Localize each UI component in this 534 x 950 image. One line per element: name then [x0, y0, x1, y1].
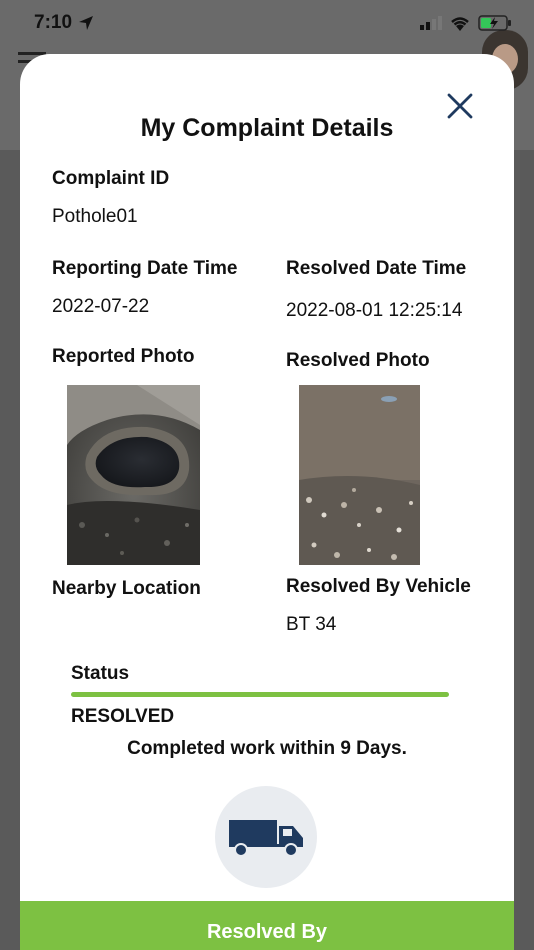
signal-icon [420, 16, 442, 30]
battery-icon [478, 15, 511, 31]
status-progress-bar [71, 692, 449, 697]
nearby-location-label: Nearby Location [52, 578, 201, 599]
navigation-arrow-icon [79, 16, 94, 30]
resolved-date-value: 2022-08-01 12:25:14 [286, 300, 463, 321]
resolved-vehicle-value: BT 34 [286, 614, 337, 635]
page-title: My Complaint Details [140, 114, 394, 142]
truck-button[interactable] [215, 786, 317, 888]
reported-photo[interactable] [67, 385, 200, 565]
reporting-date-value: 2022-07-22 [52, 296, 150, 317]
complaint-details-modal: My Complaint Details Complaint ID Pothol… [20, 54, 514, 950]
reported-photo-label: Reported Photo [52, 346, 195, 367]
resolved-date-label: Resolved Date Time [286, 258, 467, 279]
status-icons [420, 15, 512, 31]
resolved-photo[interactable] [299, 385, 420, 565]
truck-icon [229, 820, 303, 857]
reporting-date-label: Reporting Date Time [52, 258, 238, 279]
completion-note: Completed work within 9 Days. [127, 738, 407, 759]
status-bar: 7:10 [0, 0, 534, 46]
complaint-id-value: Pothole01 [52, 206, 138, 227]
wifi-icon [451, 16, 469, 31]
resolved-by-button[interactable]: Resolved By [20, 901, 514, 950]
resolved-vehicle-label: Resolved By Vehicle [286, 576, 471, 597]
complaint-id-label: Complaint ID [52, 168, 170, 189]
clock-text: 7:10 [34, 12, 73, 33]
status-value: RESOLVED [71, 706, 175, 727]
status-time: 7:10 [34, 12, 94, 34]
status-label: Status [71, 663, 130, 684]
resolved-photo-label: Resolved Photo [286, 350, 430, 371]
